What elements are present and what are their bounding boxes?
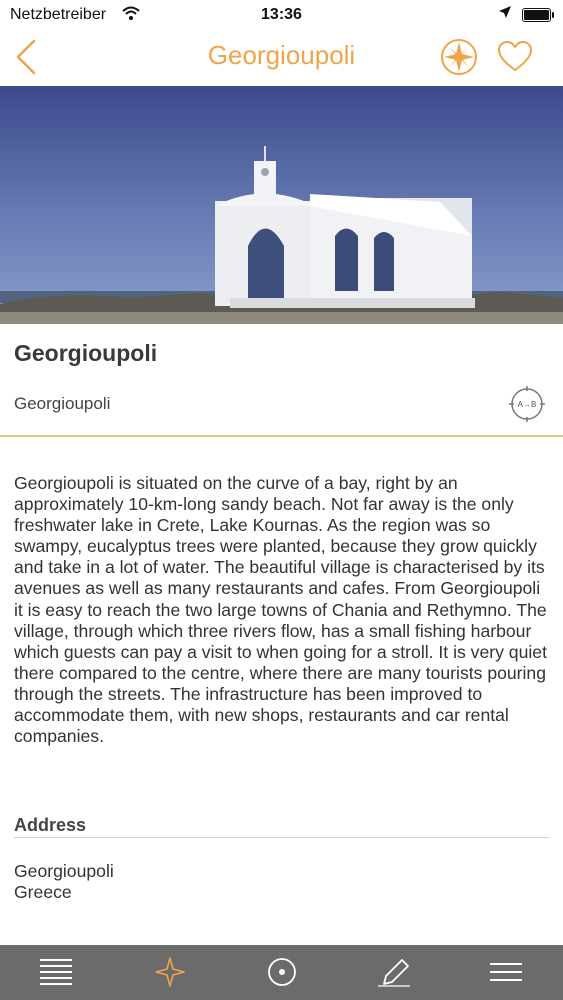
favorite-button[interactable] (496, 38, 534, 76)
tab-list[interactable] (16, 945, 96, 1000)
tab-menu[interactable] (466, 945, 546, 1000)
status-time: 13:36 (261, 6, 302, 23)
compass-icon (441, 39, 477, 75)
menu-icon (490, 963, 522, 981)
address-heading: Address (14, 815, 87, 835)
place-subtitle: Georgioupoli (14, 394, 111, 413)
route-button-label: A→B (518, 400, 537, 409)
list-icon (40, 959, 72, 985)
address-line-2: Greece (14, 882, 72, 902)
address-line-1: Georgioupoli (14, 861, 114, 881)
location-icon (268, 958, 296, 986)
tab-highlights[interactable] (130, 945, 210, 1000)
status-bar: Netzbetreiber 13:36 (0, 0, 563, 30)
description-text: Georgioupoli is situated on the curve of… (14, 473, 547, 747)
tab-bar (0, 945, 563, 1000)
header-divider (0, 435, 563, 437)
pencil-icon (378, 959, 410, 987)
hero-image (0, 86, 563, 324)
address-divider (14, 837, 549, 838)
heart-icon (497, 40, 533, 72)
address-block: Georgioupoli Greece (14, 861, 114, 903)
star-icon (155, 957, 185, 987)
route-icon: A→B (509, 386, 545, 422)
tab-location[interactable] (242, 945, 322, 1000)
compass-button[interactable] (438, 36, 480, 78)
route-button[interactable]: A→B (509, 386, 545, 422)
tab-notes[interactable] (354, 945, 434, 1000)
location-arrow-icon (498, 5, 512, 24)
navigation-bar: Georgioupoli (0, 30, 563, 86)
battery-icon (522, 8, 554, 22)
place-title: Georgioupoli (14, 340, 158, 366)
